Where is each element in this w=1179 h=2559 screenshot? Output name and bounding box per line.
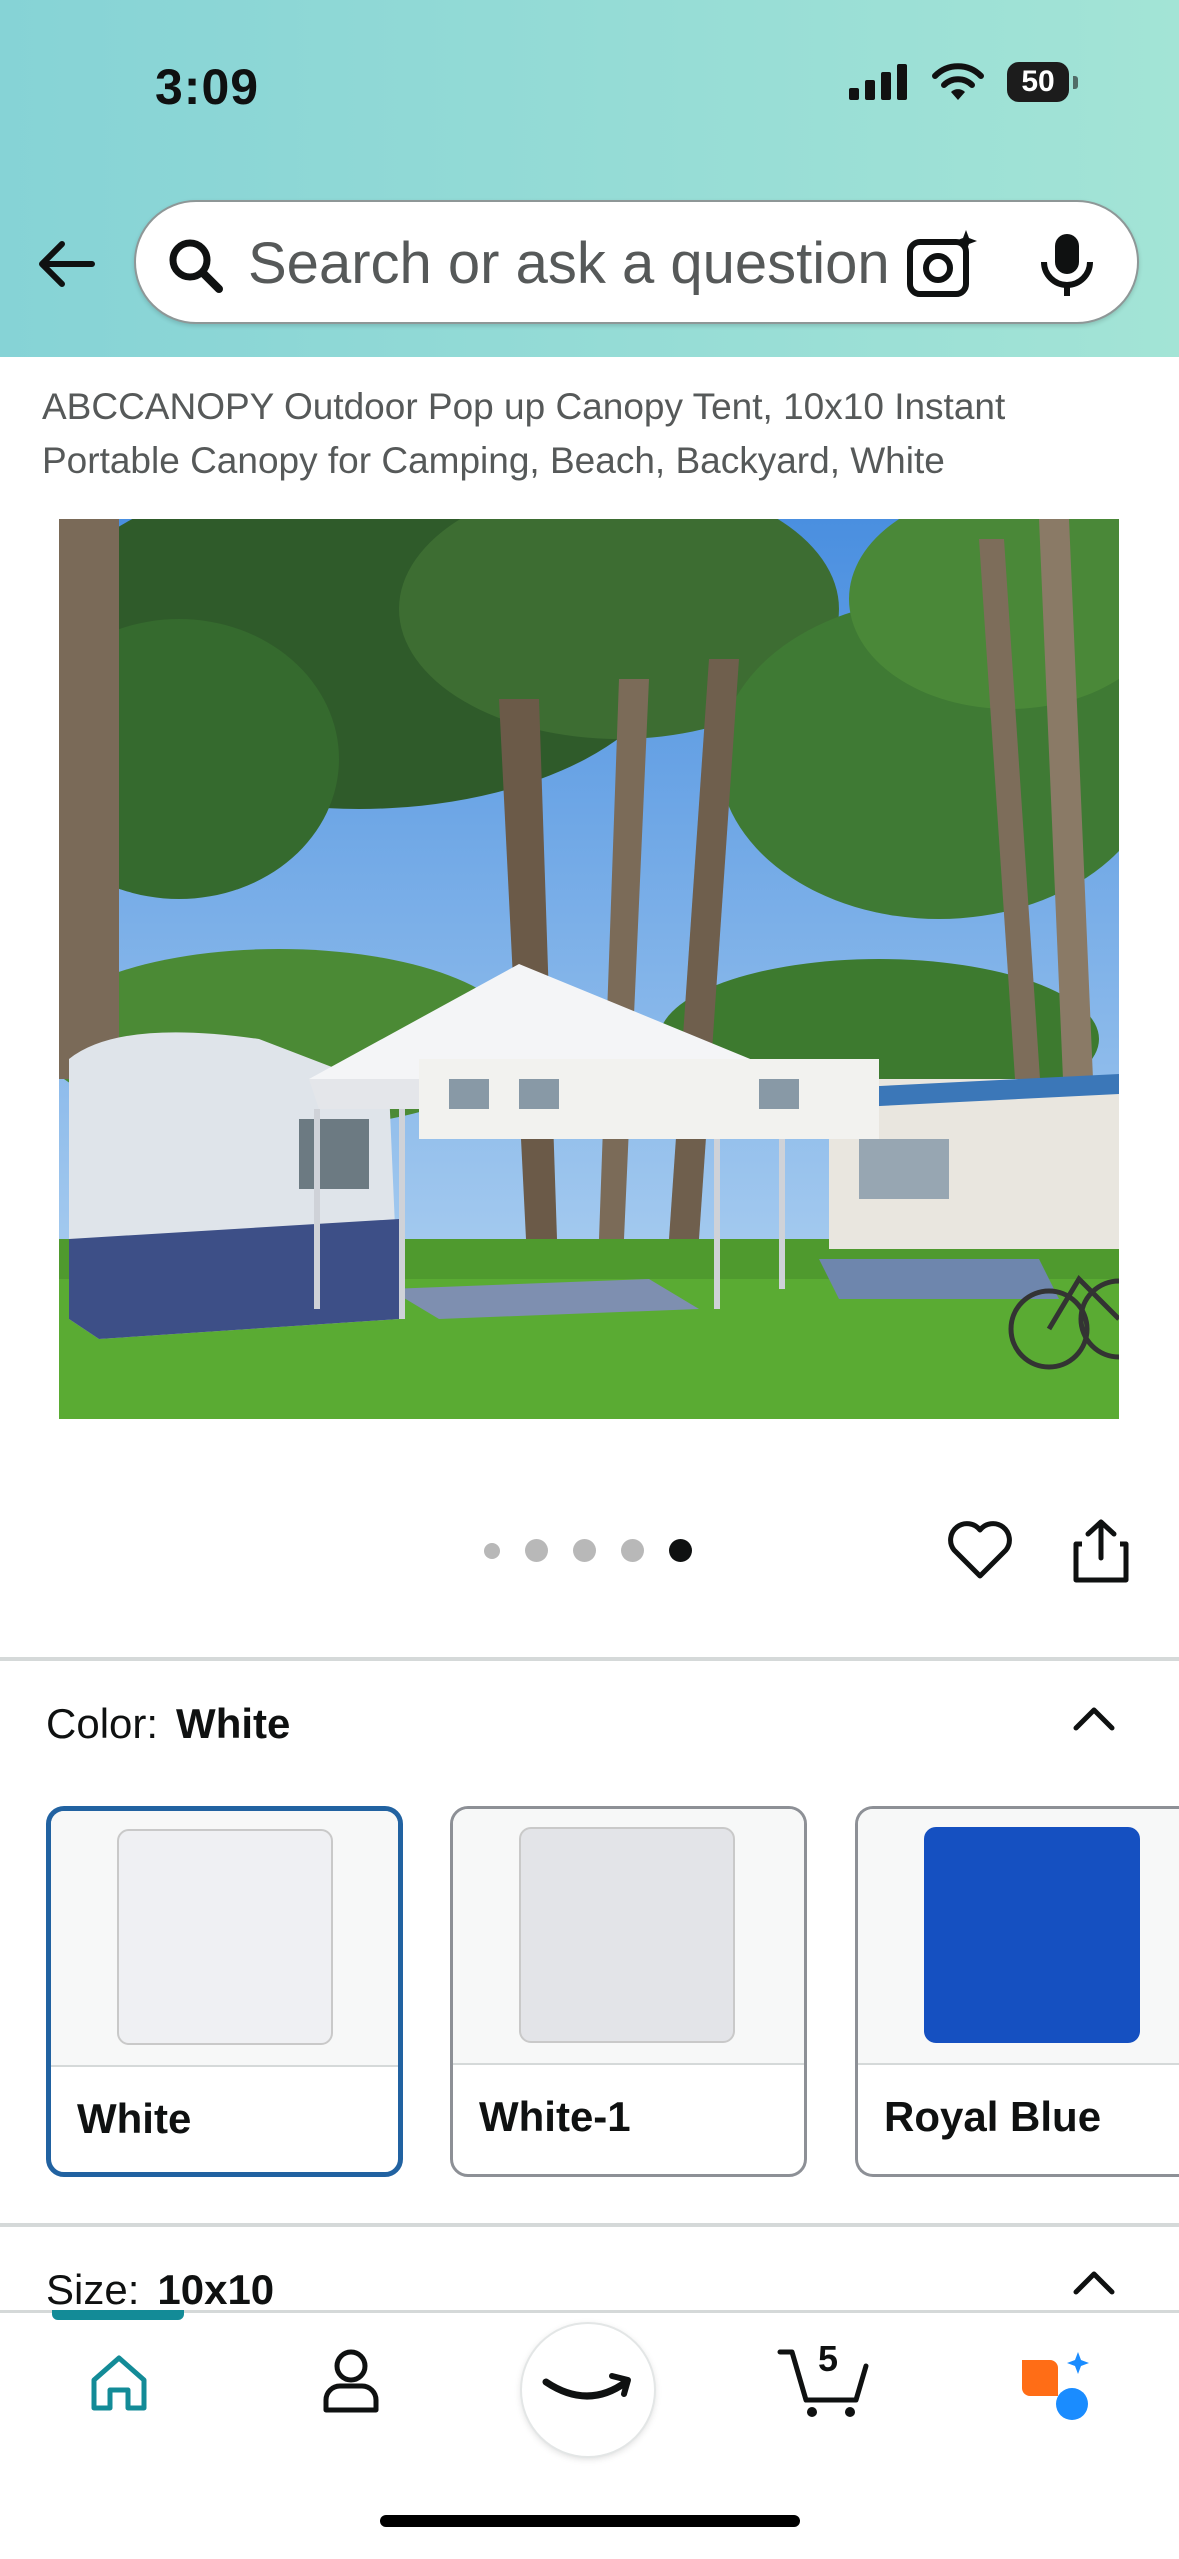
color-option-label: White: [77, 2095, 192, 2142]
swatch-chip: [519, 1827, 735, 2043]
divider: [0, 1657, 1179, 1661]
camera-lens-icon[interactable]: [906, 226, 982, 302]
status-time: 3:09: [155, 59, 260, 115]
size-label: Size: 10x10: [46, 2266, 274, 2314]
size-label-text: Size:: [46, 2266, 140, 2313]
signal-icon: [849, 64, 907, 100]
active-tab-indicator: [52, 2310, 184, 2320]
color-option-royal-blue[interactable]: Royal Blue: [855, 1806, 1179, 2177]
wifi-icon: [932, 63, 984, 100]
swatch-preview: [858, 1809, 1179, 2065]
color-selected-value: White: [176, 1700, 291, 1747]
image-pagination[interactable]: [484, 1539, 692, 1562]
color-option-label: White-1: [479, 2093, 631, 2140]
header: 3:09 50 Search or ask a question: [0, 0, 1179, 357]
image-dot[interactable]: [525, 1539, 548, 1562]
battery-level: 50: [1021, 65, 1055, 98]
search-icon: [169, 239, 223, 293]
share-icon[interactable]: [1070, 1518, 1132, 1584]
color-label: Color: White: [46, 1700, 290, 1748]
image-dot-active[interactable]: [669, 1539, 692, 1562]
account-icon[interactable]: [320, 2346, 382, 2414]
amazon-logo-button[interactable]: [522, 2324, 654, 2456]
amazon-smile-icon: [542, 2373, 631, 2400]
search-placeholder[interactable]: Search or ask a question: [248, 230, 928, 297]
home-indicator: [380, 2515, 800, 2527]
product-photo: [59, 519, 1119, 1419]
product-title[interactable]: ABCCANOPY Outdoor Pop up Canopy Tent, 10…: [42, 380, 1142, 488]
home-icon[interactable]: [88, 2352, 150, 2414]
swatch-preview: [453, 1809, 804, 2065]
chevron-up-icon[interactable]: [1070, 1700, 1118, 1736]
image-dot[interactable]: [573, 1539, 596, 1562]
swatch-chip: [117, 1829, 333, 2045]
search-bar[interactable]: Search or ask a question: [134, 200, 1139, 324]
microphone-icon[interactable]: [1036, 232, 1098, 298]
product-image[interactable]: [59, 519, 1119, 1419]
color-option-white-1[interactable]: White-1: [450, 1806, 807, 2177]
chevron-up-icon[interactable]: [1070, 2264, 1118, 2300]
status-icons: 50: [849, 62, 1078, 102]
heart-icon[interactable]: [946, 1518, 1014, 1582]
swatch-preview: [51, 1811, 398, 2067]
rufus-assistant-icon[interactable]: [1012, 2346, 1094, 2426]
image-dot[interactable]: [621, 1539, 644, 1562]
battery-icon: 50: [1007, 62, 1078, 102]
size-selected-value: 10x10: [157, 2266, 275, 2313]
color-option-label: Royal Blue: [884, 2093, 1102, 2140]
cart-count-badge: 5: [818, 2338, 839, 2379]
color-label-text: Color:: [46, 1700, 159, 1747]
swatch-chip: [924, 1827, 1140, 2043]
divider: [0, 2223, 1179, 2227]
image-dot[interactable]: [484, 1542, 500, 1559]
color-option-white[interactable]: White: [46, 1806, 403, 2177]
back-arrow-icon[interactable]: [34, 232, 98, 296]
